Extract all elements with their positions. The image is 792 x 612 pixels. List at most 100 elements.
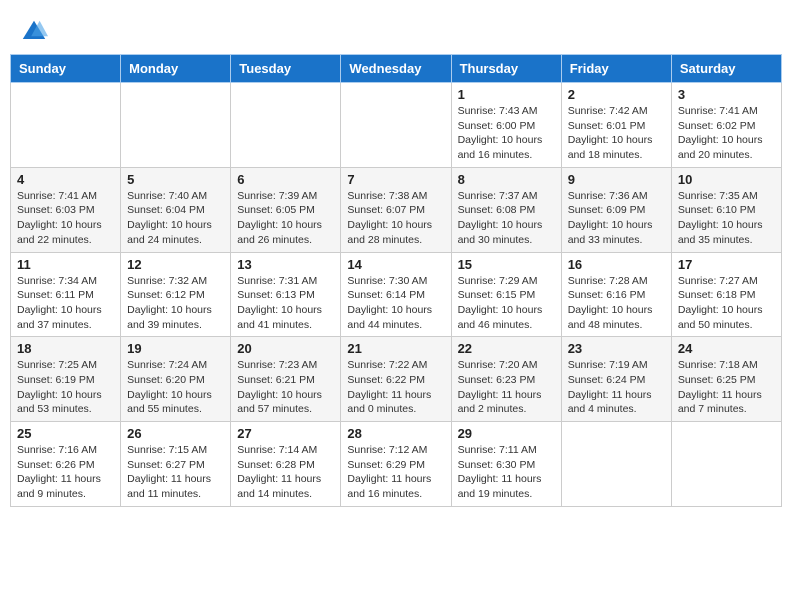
day-number: 4 [17, 172, 114, 187]
calendar-cell: 5 Sunrise: 7:40 AM Sunset: 6:04 PM Daylig… [121, 167, 231, 252]
calendar-cell: 10Sunrise: 7:35 AM Sunset: 6:10 PM Dayli… [671, 167, 781, 252]
day-number: 26 [127, 426, 224, 441]
day-number: 7 [347, 172, 444, 187]
calendar-cell: 28 Sunrise: 7:12 AM Sunset: 6:29 PM Dayli… [341, 422, 451, 507]
calendar-week-5: 25 Sunrise: 7:16 AM Sunset: 6:26 PM Dayli… [11, 422, 782, 507]
day-info: Sunrise: 7:36 AM Sunset: 6:09 PM Dayligh… [568, 189, 665, 248]
day-info: Sunrise: 7:15 AM Sunset: 6:27 PM Dayligh… [127, 443, 224, 502]
calendar-cell: 20 Sunrise: 7:23 AM Sunset: 6:21 PM Dayli… [231, 337, 341, 422]
calendar-header: SundayMondayTuesdayWednesdayThursdayFrid… [11, 55, 782, 83]
calendar-cell: 14 Sunrise: 7:30 AM Sunset: 6:14 PM Dayli… [341, 252, 451, 337]
day-info: Sunrise: 7:22 AM Sunset: 6:22 PM Dayligh… [347, 358, 444, 417]
weekday-header-sunday: Sunday [11, 55, 121, 83]
day-info: Sunrise: 7:39 AM Sunset: 6:05 PM Dayligh… [237, 189, 334, 248]
logo-icon [20, 18, 48, 46]
day-number: 16 [568, 257, 665, 272]
day-info: Sunrise: 7:38 AM Sunset: 6:07 PM Dayligh… [347, 189, 444, 248]
day-info: Sunrise: 7:11 AM Sunset: 6:30 PM Dayligh… [458, 443, 555, 502]
day-info: Sunrise: 7:40 AM Sunset: 6:04 PM Dayligh… [127, 189, 224, 248]
day-info: Sunrise: 7:23 AM Sunset: 6:21 PM Dayligh… [237, 358, 334, 417]
day-info: Sunrise: 7:34 AM Sunset: 6:11 PM Dayligh… [17, 274, 114, 333]
day-number: 11 [17, 257, 114, 272]
calendar-cell: 23 Sunrise: 7:19 AM Sunset: 6:24 PM Dayli… [561, 337, 671, 422]
day-number: 14 [347, 257, 444, 272]
calendar-cell: 16 Sunrise: 7:28 AM Sunset: 6:16 PM Dayli… [561, 252, 671, 337]
calendar-cell: 8 Sunrise: 7:37 AM Sunset: 6:08 PM Daylig… [451, 167, 561, 252]
calendar-cell [11, 83, 121, 168]
day-info: Sunrise: 7:14 AM Sunset: 6:28 PM Dayligh… [237, 443, 334, 502]
day-info: Sunrise: 7:24 AM Sunset: 6:20 PM Dayligh… [127, 358, 224, 417]
calendar-cell: 11 Sunrise: 7:34 AM Sunset: 6:11 PM Dayli… [11, 252, 121, 337]
day-info: Sunrise: 7:28 AM Sunset: 6:16 PM Dayligh… [568, 274, 665, 333]
calendar-cell [561, 422, 671, 507]
day-number: 1 [458, 87, 555, 102]
day-number: 9 [568, 172, 665, 187]
calendar-week-3: 11 Sunrise: 7:34 AM Sunset: 6:11 PM Dayli… [11, 252, 782, 337]
calendar-cell: 25 Sunrise: 7:16 AM Sunset: 6:26 PM Dayli… [11, 422, 121, 507]
calendar-cell: 9 Sunrise: 7:36 AM Sunset: 6:09 PM Daylig… [561, 167, 671, 252]
day-info: Sunrise: 7:42 AM Sunset: 6:01 PM Dayligh… [568, 104, 665, 163]
day-number: 2 [568, 87, 665, 102]
day-number: 22 [458, 341, 555, 356]
weekday-header-wednesday: Wednesday [341, 55, 451, 83]
calendar-cell: 12 Sunrise: 7:32 AM Sunset: 6:12 PM Dayli… [121, 252, 231, 337]
day-number: 8 [458, 172, 555, 187]
calendar-cell [671, 422, 781, 507]
calendar-cell: 15Sunrise: 7:29 AM Sunset: 6:15 PM Dayli… [451, 252, 561, 337]
day-number: 25 [17, 426, 114, 441]
weekday-header-saturday: Saturday [671, 55, 781, 83]
day-info: Sunrise: 7:43 AM Sunset: 6:00 PM Dayligh… [458, 104, 555, 163]
day-number: 5 [127, 172, 224, 187]
day-number: 23 [568, 341, 665, 356]
calendar-cell: 1 Sunrise: 7:43 AM Sunset: 6:00 PM Daylig… [451, 83, 561, 168]
day-info: Sunrise: 7:37 AM Sunset: 6:08 PM Dayligh… [458, 189, 555, 248]
calendar-week-1: 1 Sunrise: 7:43 AM Sunset: 6:00 PM Daylig… [11, 83, 782, 168]
day-info: Sunrise: 7:16 AM Sunset: 6:26 PM Dayligh… [17, 443, 114, 502]
calendar-cell: 29 Sunrise: 7:11 AM Sunset: 6:30 PM Dayli… [451, 422, 561, 507]
day-number: 24 [678, 341, 775, 356]
calendar-cell: 21 Sunrise: 7:22 AM Sunset: 6:22 PM Dayli… [341, 337, 451, 422]
day-number: 20 [237, 341, 334, 356]
calendar-cell: 17 Sunrise: 7:27 AM Sunset: 6:18 PM Dayli… [671, 252, 781, 337]
day-info: Sunrise: 7:32 AM Sunset: 6:12 PM Dayligh… [127, 274, 224, 333]
day-number: 28 [347, 426, 444, 441]
day-number: 21 [347, 341, 444, 356]
day-number: 6 [237, 172, 334, 187]
calendar-cell [341, 83, 451, 168]
calendar-cell: 19 Sunrise: 7:24 AM Sunset: 6:20 PM Dayli… [121, 337, 231, 422]
day-number: 19 [127, 341, 224, 356]
day-number: 10 [678, 172, 775, 187]
day-info: Sunrise: 7:27 AM Sunset: 6:18 PM Dayligh… [678, 274, 775, 333]
weekday-header-monday: Monday [121, 55, 231, 83]
day-info: Sunrise: 7:25 AM Sunset: 6:19 PM Dayligh… [17, 358, 114, 417]
calendar-cell [121, 83, 231, 168]
calendar-cell: 4 Sunrise: 7:41 AM Sunset: 6:03 PM Daylig… [11, 167, 121, 252]
calendar-cell: 6 Sunrise: 7:39 AM Sunset: 6:05 PM Daylig… [231, 167, 341, 252]
weekday-header-thursday: Thursday [451, 55, 561, 83]
calendar-table: SundayMondayTuesdayWednesdayThursdayFrid… [10, 54, 782, 507]
day-number: 15 [458, 257, 555, 272]
calendar-cell: 18Sunrise: 7:25 AM Sunset: 6:19 PM Dayli… [11, 337, 121, 422]
logo [20, 18, 52, 46]
day-info: Sunrise: 7:41 AM Sunset: 6:03 PM Dayligh… [17, 189, 114, 248]
day-number: 13 [237, 257, 334, 272]
day-number: 17 [678, 257, 775, 272]
calendar-cell: 3Sunrise: 7:41 AM Sunset: 6:02 PM Daylig… [671, 83, 781, 168]
day-info: Sunrise: 7:19 AM Sunset: 6:24 PM Dayligh… [568, 358, 665, 417]
day-number: 29 [458, 426, 555, 441]
day-number: 3 [678, 87, 775, 102]
calendar-cell: 13 Sunrise: 7:31 AM Sunset: 6:13 PM Dayli… [231, 252, 341, 337]
day-number: 27 [237, 426, 334, 441]
calendar-week-4: 18Sunrise: 7:25 AM Sunset: 6:19 PM Dayli… [11, 337, 782, 422]
calendar-cell: 27 Sunrise: 7:14 AM Sunset: 6:28 PM Dayli… [231, 422, 341, 507]
day-number: 12 [127, 257, 224, 272]
day-info: Sunrise: 7:12 AM Sunset: 6:29 PM Dayligh… [347, 443, 444, 502]
calendar-body: 1 Sunrise: 7:43 AM Sunset: 6:00 PM Daylig… [11, 83, 782, 507]
day-info: Sunrise: 7:20 AM Sunset: 6:23 PM Dayligh… [458, 358, 555, 417]
calendar-week-2: 4 Sunrise: 7:41 AM Sunset: 6:03 PM Daylig… [11, 167, 782, 252]
day-info: Sunrise: 7:30 AM Sunset: 6:14 PM Dayligh… [347, 274, 444, 333]
calendar-cell: 7 Sunrise: 7:38 AM Sunset: 6:07 PM Daylig… [341, 167, 451, 252]
calendar-cell: 26 Sunrise: 7:15 AM Sunset: 6:27 PM Dayli… [121, 422, 231, 507]
day-info: Sunrise: 7:31 AM Sunset: 6:13 PM Dayligh… [237, 274, 334, 333]
page-header [10, 10, 782, 50]
